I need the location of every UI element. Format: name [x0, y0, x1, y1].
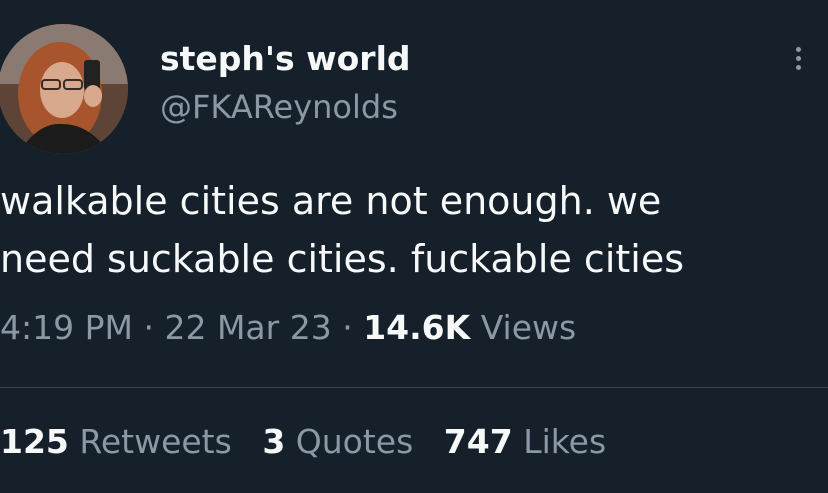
- tweet-text-line: need suckable cities. fuckable cities: [0, 237, 685, 281]
- retweets-label: Retweets: [79, 422, 232, 461]
- quotes-stat[interactable]: 3 Quotes: [262, 422, 423, 461]
- tweet-text: walkable cities are not enough. we need …: [0, 172, 828, 288]
- retweets-stat[interactable]: 125 Retweets: [0, 422, 242, 461]
- likes-stat[interactable]: 747 Likes: [444, 422, 606, 461]
- quotes-label: Quotes: [295, 422, 414, 461]
- tweet-time[interactable]: 4:19 PM: [0, 308, 133, 347]
- tweet-date[interactable]: 22 Mar 23: [164, 308, 331, 347]
- tweet-text-line: walkable cities are not enough. we: [0, 179, 662, 223]
- more-vertical-icon: [786, 47, 810, 70]
- author-avatar[interactable]: [0, 24, 128, 154]
- tweet-meta: 4:19 PM · 22 Mar 23 · 14.6K Views: [0, 308, 576, 348]
- retweets-count: 125: [0, 422, 69, 461]
- meta-separator: ·: [342, 308, 353, 347]
- tweet-stats: 125 Retweets 3 Quotes 747 Likes: [0, 422, 626, 462]
- views-label: Views: [480, 308, 577, 347]
- author-display-name[interactable]: steph's world: [160, 40, 411, 78]
- author-handle[interactable]: @FKAReynolds: [160, 89, 398, 126]
- likes-count: 747: [443, 422, 513, 461]
- quotes-count: 3: [262, 422, 286, 461]
- divider: [0, 387, 828, 388]
- likes-label: Likes: [523, 422, 607, 461]
- views-count: 14.6K: [363, 308, 471, 347]
- meta-separator: ·: [143, 308, 154, 347]
- more-options-button[interactable]: [786, 44, 810, 84]
- avatar-photo: [0, 24, 128, 154]
